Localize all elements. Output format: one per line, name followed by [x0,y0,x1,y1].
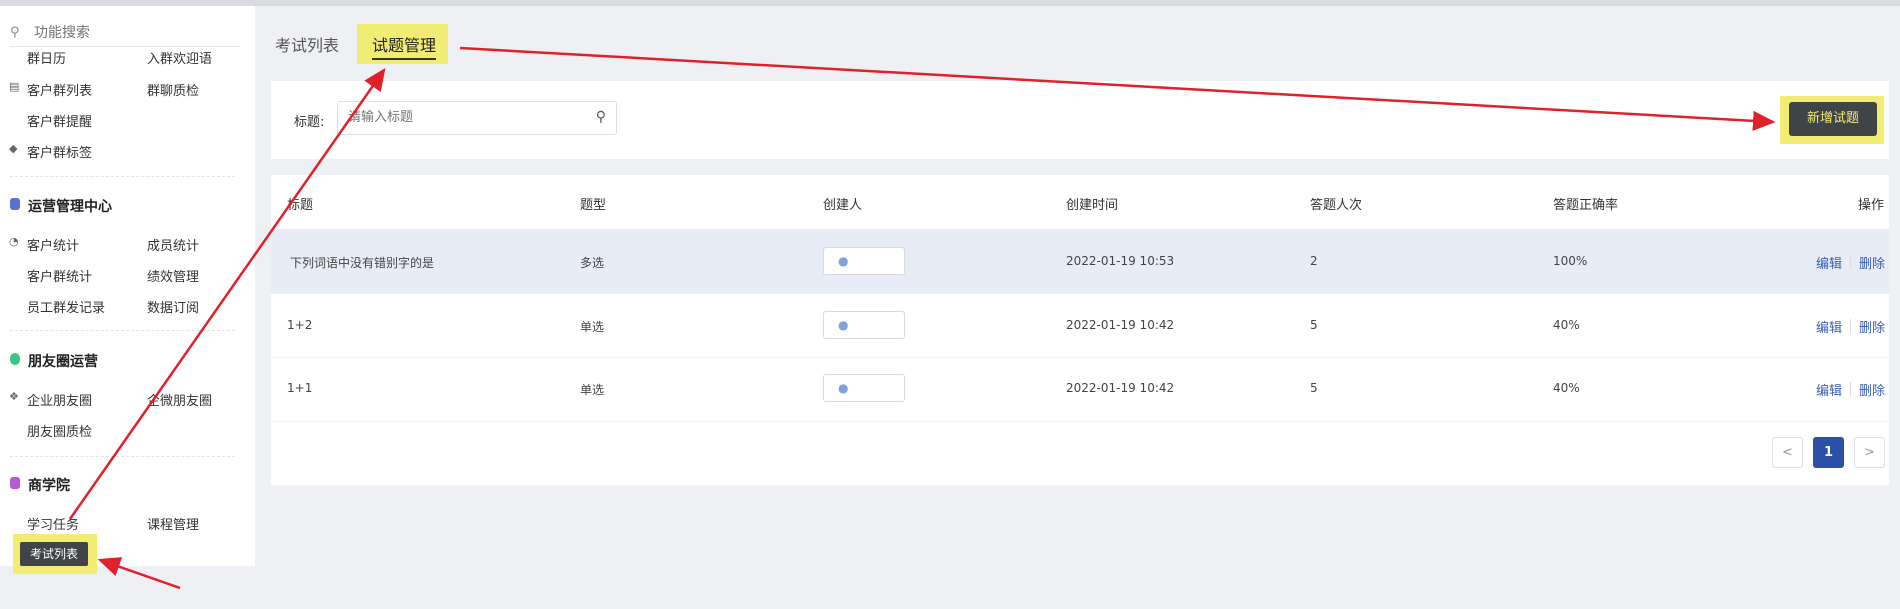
sidebar-item-performance-mgmt[interactable]: 绩效管理 [147,266,199,285]
moments-item-icon: ❖ [9,390,19,403]
creator-tag: ● [823,374,905,402]
sidebar-divider [10,330,235,331]
title-filter[interactable]: ⚲ [337,101,617,135]
column-header-answer-count: 答题人次 [1310,198,1363,213]
action-separator [1850,255,1851,269]
action-separator [1850,382,1851,396]
sidebar-search-input[interactable] [32,24,226,42]
title-filter-label: 标题: [294,115,325,130]
add-question-button[interactable]: 新增试题 [1789,102,1877,136]
edit-button[interactable]: 编辑 [1816,253,1842,272]
row-created-time: 2022-01-19 10:42 [1066,381,1175,395]
sidebar-item-wecom-moments[interactable]: 企微朋友圈 [147,390,212,409]
action-separator [1850,319,1851,333]
row-answer-count: 5 [1310,381,1318,395]
chart-icon: ◔ [9,235,19,248]
row-type: 多选 [580,256,605,270]
column-header-accuracy: 答题正确率 [1553,198,1619,213]
edit-button[interactable]: 编辑 [1816,317,1842,336]
active-tab-indicator [372,58,436,60]
row-title: 下列词语中没有错别字的是 [290,256,435,270]
search-icon[interactable]: ⚲ [596,109,606,125]
tab-question-management[interactable]: 试题管理 [372,32,436,56]
pagination-prev[interactable]: < [1772,437,1803,468]
row-accuracy: 40% [1553,318,1580,332]
column-header-title: 标题 [287,198,314,213]
sidebar-divider [10,456,235,457]
sidebar-item-welcome-message[interactable]: 入群欢迎语 [147,48,212,67]
top-bar [0,0,1900,6]
user-icon: ● [838,254,849,268]
sidebar-item-moments-check[interactable]: 朋友圈质检 [27,421,92,440]
sidebar-item-member-stats[interactable]: 成员统计 [147,235,199,254]
user-icon: ● [838,318,849,332]
row-type: 单选 [580,320,605,334]
sidebar-item-enterprise-moments[interactable]: 企业朋友圈 [27,390,92,409]
sidebar-search[interactable]: ⚲ [10,20,240,47]
row-accuracy: 100% [1553,254,1588,268]
user-icon: ● [838,381,849,395]
row-title: 1+2 [287,318,313,332]
column-header-actions: 操作 [1858,198,1885,213]
list-icon: ▤ [9,80,20,93]
sidebar-item-customer-group-list[interactable]: 客户群列表 [27,80,92,99]
sidebar-item-group-calendar[interactable]: 群日历 [27,48,66,67]
row-created-time: 2022-01-19 10:53 [1066,254,1175,268]
column-header-type: 题型 [580,198,607,213]
sidebar-item-data-subscription[interactable]: 数据订阅 [147,297,199,316]
row-type: 单选 [580,383,605,397]
row-created-time: 2022-01-19 10:42 [1066,318,1175,332]
row-answer-count: 2 [1310,254,1318,268]
operations-center-icon [10,198,20,210]
creator-tag: ● [823,311,905,339]
academy-icon [10,477,20,489]
sidebar-item-learning-tasks[interactable]: 学习任务 [27,514,79,533]
column-header-created-time: 创建时间 [1066,198,1119,213]
search-icon: ⚲ [10,25,20,40]
row-title: 1+1 [287,381,313,395]
edit-button[interactable]: 编辑 [1816,380,1842,399]
tab-exam-list[interactable]: 考试列表 [275,32,339,56]
sidebar-group-moments[interactable]: 朋友圈运营 [28,351,98,371]
sidebar-item-exam-list[interactable]: 考试列表 [20,542,88,566]
sidebar-group-operations-center[interactable]: 运营管理中心 [28,196,112,216]
sidebar-item-customer-stats[interactable]: 客户统计 [27,235,79,254]
moments-icon [10,353,20,365]
sidebar-divider [10,176,235,177]
sidebar-item-customer-group-reminder[interactable]: 客户群提醒 [27,111,92,130]
column-header-creator: 创建人 [823,198,863,213]
sidebar-item-customer-group-stats[interactable]: 客户群统计 [27,266,92,285]
title-search-input[interactable] [346,109,580,126]
sidebar-item-course-mgmt[interactable]: 课程管理 [147,514,199,533]
delete-button[interactable]: 删除 [1859,380,1885,399]
row-answer-count: 5 [1310,318,1318,332]
delete-button[interactable]: 删除 [1859,253,1885,272]
creator-tag: ● [823,247,905,275]
pagination-page-current[interactable]: 1 [1813,437,1844,468]
sidebar-item-group-chat-check[interactable]: 群聊质检 [147,80,199,99]
pagination-next[interactable]: > [1854,437,1885,468]
sidebar-item-customer-group-tags[interactable]: 客户群标签 [27,142,92,161]
sidebar-group-academy[interactable]: 商学院 [28,475,70,495]
sidebar-item-mass-send-records[interactable]: 员工群发记录 [27,297,105,316]
delete-button[interactable]: 删除 [1859,317,1885,336]
tag-icon: ◆ [9,142,18,155]
row-accuracy: 40% [1553,381,1580,395]
